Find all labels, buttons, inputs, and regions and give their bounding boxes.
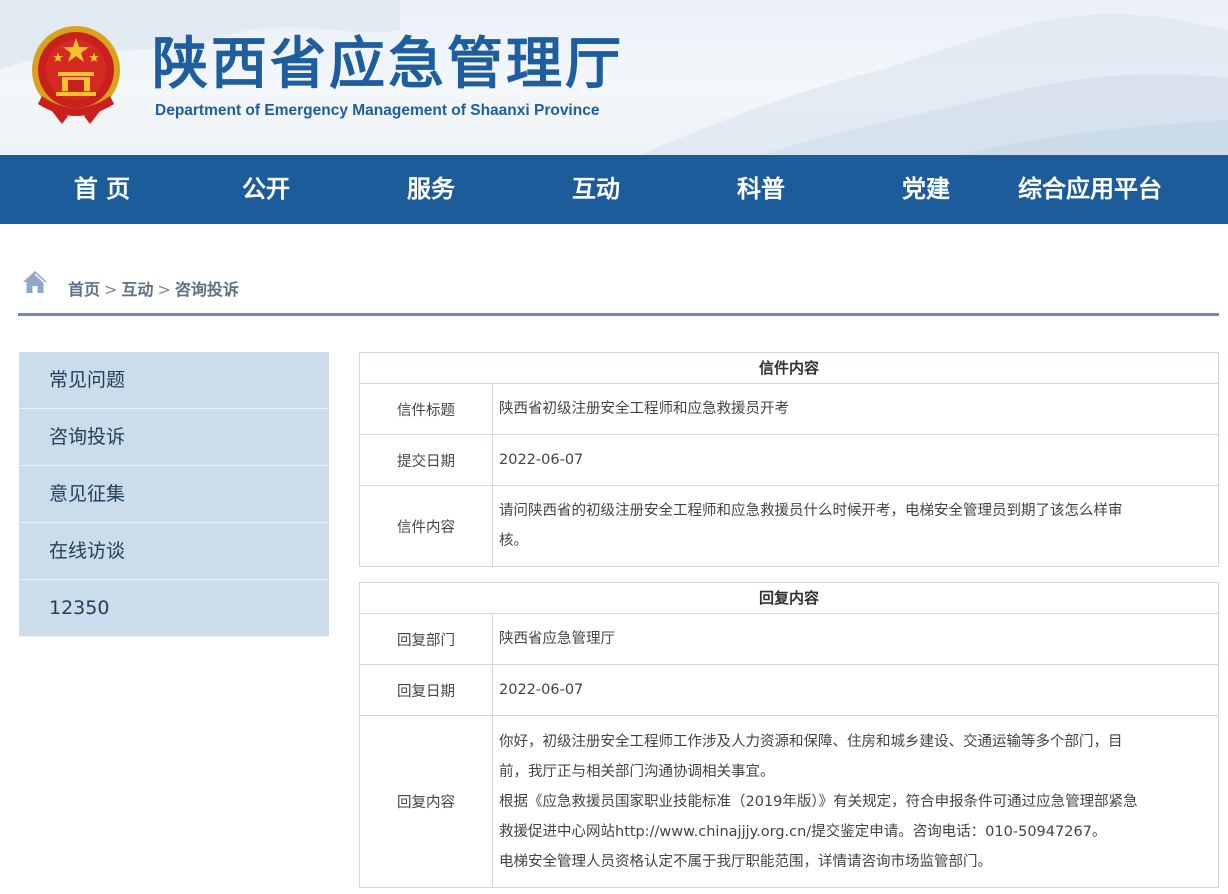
nav-item-service[interactable]: 服务: [359, 155, 503, 224]
letter-title-label: 信件标题: [360, 384, 493, 434]
reply-content-line: 电梯安全管理人员资格认定不属于我厅职能范围，详情请咨询市场监管部门。: [499, 853, 992, 870]
table-row: 提交日期 2022-06-07: [360, 435, 1218, 486]
table-row: 回复内容 你好，初级注册安全工程师工作涉及人力资源和保障、住房和城乡建设、交通运…: [360, 716, 1218, 887]
breadcrumb-divider: [18, 313, 1219, 316]
reply-content-line: 根据《应急救援员国家职业技能标准（2019年版）》有关规定，符合申报条件可通过应…: [499, 793, 1138, 810]
reply-date-value: 2022-06-07: [499, 682, 584, 698]
letter-content-value: 请问陕西省的初级注册安全工程师和应急救援员什么时候开考，电梯安全管理员到期了该怎…: [493, 486, 1218, 566]
nav-item-science[interactable]: 科普: [689, 155, 833, 224]
sidebar-item-12350[interactable]: 12350: [19, 580, 329, 637]
breadcrumb-home[interactable]: 首页: [68, 280, 100, 299]
letter-content-line: 请问陕西省的初级注册安全工程师和应急救援员什么时候开考，电梯安全管理员到期了该怎…: [499, 503, 1123, 519]
reply-dept-label: 回复部门: [360, 614, 493, 664]
nav-item-public[interactable]: 公开: [194, 155, 338, 224]
letter-heading: 信件内容: [360, 353, 1218, 384]
reply-content-label: 回复内容: [360, 716, 493, 887]
sidebar-item-interview[interactable]: 在线访谈: [19, 523, 329, 580]
reply-content-value: 你好，初级注册安全工程师工作涉及人力资源和保障、住房和城乡建设、交通运输等多个部…: [493, 716, 1218, 887]
main-nav: 首 页 公开 服务 互动 科普 党建 综合应用平台: [0, 155, 1228, 224]
letter-content-label: 信件内容: [360, 486, 493, 566]
sidebar-item-opinion[interactable]: 意见征集: [19, 466, 329, 523]
reply-dept-value: 陕西省应急管理厅: [499, 631, 615, 647]
home-icon[interactable]: [22, 270, 48, 294]
letter-content-line: 核。: [499, 533, 528, 549]
reply-heading: 回复内容: [360, 583, 1218, 614]
site-title: 陕西省应急管理厅: [152, 32, 624, 97]
breadcrumb-trail: 首页 > 互动 > 咨询投诉: [68, 276, 239, 300]
letter-title-value: 陕西省初级注册安全工程师和应急救援员开考: [499, 401, 789, 417]
nav-item-home[interactable]: 首 页: [30, 155, 174, 224]
breadcrumb-separator: >: [104, 280, 118, 299]
table-row: 信件内容 请问陕西省的初级注册安全工程师和应急救援员什么时候开考，电梯安全管理员…: [360, 486, 1218, 566]
table-row: 回复部门 陕西省应急管理厅: [360, 614, 1218, 665]
table-row: 回复日期 2022-06-07: [360, 665, 1218, 716]
nav-item-platform[interactable]: 综合应用平台: [1000, 155, 1180, 224]
breadcrumb-separator: >: [157, 280, 171, 299]
reply-table: 回复内容 回复部门 陕西省应急管理厅 回复日期 2022-06-07 回复内容 …: [359, 582, 1219, 888]
breadcrumb-interaction[interactable]: 互动: [121, 280, 153, 299]
letter-table: 信件内容 信件标题 陕西省初级注册安全工程师和应急救援员开考 提交日期 2022…: [359, 352, 1219, 567]
national-emblem-icon: [32, 26, 120, 124]
reply-date-label: 回复日期: [360, 665, 493, 715]
site-subtitle: Department of Emergency Management of Sh…: [155, 102, 600, 119]
reply-content-line: 你好，初级注册安全工程师工作涉及人力资源和保障、住房和城乡建设、交通运输等多个部…: [499, 733, 1123, 750]
site-header: 陕西省应急管理厅 Department of Emergency Managem…: [0, 0, 1228, 155]
sidebar-item-consult[interactable]: 咨询投诉: [19, 409, 329, 466]
nav-item-interaction[interactable]: 互动: [524, 155, 668, 224]
nav-item-party[interactable]: 党建: [854, 155, 998, 224]
breadcrumb-consult[interactable]: 咨询投诉: [175, 280, 239, 299]
sidebar-item-faq[interactable]: 常见问题: [19, 352, 329, 409]
submit-date-value: 2022-06-07: [499, 452, 584, 468]
reply-content-line: 前，我厅正与相关部门沟通协调相关事宜。: [499, 763, 775, 780]
reply-content-line: 救援促进中心网站http://www.chinajjjy.org.cn/提交鉴定…: [499, 823, 1107, 840]
table-row: 信件标题 陕西省初级注册安全工程师和应急救援员开考: [360, 384, 1218, 435]
submit-date-label: 提交日期: [360, 435, 493, 485]
sidebar: 常见问题 咨询投诉 意见征集 在线访谈 12350: [19, 352, 329, 637]
